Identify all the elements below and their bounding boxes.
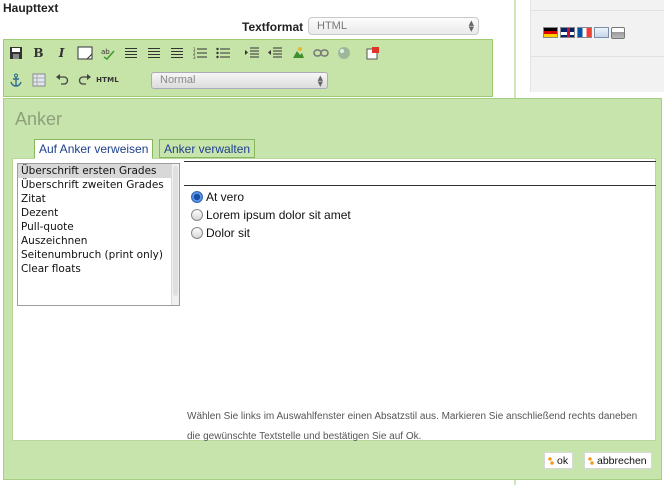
- undo-icon[interactable]: [50, 70, 73, 90]
- text-format-select[interactable]: HTML ▲ ▼: [308, 17, 479, 35]
- print-icon[interactable]: [611, 27, 625, 39]
- border-icon[interactable]: [73, 43, 96, 63]
- cancel-label: abbrechen: [597, 455, 647, 467]
- spellcheck-icon[interactable]: ab: [96, 43, 119, 63]
- text-format-label: Textformat: [242, 20, 304, 34]
- align-center-icon[interactable]: [142, 43, 165, 63]
- style-list-item[interactable]: Clear floats: [18, 262, 179, 276]
- right-sidebar-panel: [530, 0, 664, 92]
- flag-de-icon[interactable]: [543, 27, 558, 38]
- toolbar-row: B I ab 123: [4, 41, 384, 65]
- style-list-item[interactable]: Auszeichnen: [18, 234, 179, 248]
- style-list-item[interactable]: Überschrift zweiten Grades: [18, 178, 179, 192]
- bullet-icon: [548, 457, 554, 465]
- redo-icon[interactable]: [73, 70, 96, 90]
- align-left-icon[interactable]: [119, 43, 142, 63]
- select-arrows-icon: ▲ ▼: [317, 74, 323, 88]
- flag-en-icon[interactable]: [560, 27, 575, 38]
- scrollbar-thumb[interactable]: [173, 166, 178, 296]
- anchor-dialog: Anker Auf Anker verweisen Anker verwalte…: [3, 98, 662, 480]
- outdent-icon[interactable]: [263, 43, 286, 63]
- insert-link-icon[interactable]: [309, 43, 332, 63]
- paragraph-style-select[interactable]: Normal ▲ ▼: [151, 72, 328, 89]
- save-icon[interactable]: [4, 43, 27, 63]
- radio-option-dolor-sit[interactable]: Dolor sit: [191, 226, 250, 240]
- style-list-item[interactable]: Überschrift ersten Grades: [18, 164, 179, 178]
- help-text: Wählen Sie links im Auswahlfenster einen…: [187, 411, 638, 442]
- language-icons: [543, 27, 625, 39]
- style-list-item[interactable]: Dezent: [18, 206, 179, 220]
- divider-line: [184, 161, 656, 162]
- list-scrollbar[interactable]: [171, 164, 179, 305]
- html-source-icon[interactable]: HTML: [96, 70, 119, 90]
- tab-link-to-anchor[interactable]: Auf Anker verweisen: [34, 139, 154, 159]
- bold-icon[interactable]: B: [27, 43, 50, 63]
- paragraph-style-list[interactable]: Überschrift ersten Grades Überschrift zw…: [17, 163, 180, 306]
- tab-manage-anchors[interactable]: Anker verwalten: [159, 139, 256, 158]
- divider-line: [184, 185, 656, 186]
- radio-button[interactable]: [191, 191, 203, 203]
- ok-label: ok: [557, 455, 569, 467]
- toolbar-row: HTML: [4, 68, 119, 92]
- indent-icon[interactable]: [240, 43, 263, 63]
- flag-fr-icon[interactable]: [577, 27, 592, 38]
- editor-toolbar: B I ab 123 HTML Normal ▲ ▼: [3, 39, 493, 97]
- panel-divider: [531, 10, 664, 11]
- style-list-item[interactable]: Pull-quote: [18, 220, 179, 234]
- radio-label: Dolor sit: [206, 226, 251, 240]
- table-icon[interactable]: [27, 70, 50, 90]
- radio-option-lorem-ipsum[interactable]: Lorem ipsum dolor sit amet: [191, 208, 351, 222]
- fullscreen-icon[interactable]: [361, 43, 384, 63]
- select-arrows-icon: ▲ ▼: [468, 19, 474, 33]
- style-list-item[interactable]: Zitat: [18, 192, 179, 206]
- radio-button[interactable]: [191, 227, 203, 239]
- svg-text:ab: ab: [101, 48, 110, 56]
- dialog-content: Überschrift ersten Grades Überschrift zw…: [12, 158, 656, 442]
- email-icon[interactable]: [594, 27, 609, 38]
- ordered-list-icon[interactable]: 123: [188, 43, 211, 63]
- style-list-item[interactable]: Seitenumbruch (print only): [18, 248, 179, 262]
- panel-divider: [531, 56, 664, 57]
- svg-text:3: 3: [193, 55, 196, 59]
- insert-object-icon[interactable]: [332, 43, 355, 63]
- paragraph-style-value: Normal: [160, 74, 196, 86]
- text-format-value: HTML: [317, 20, 347, 32]
- cancel-button[interactable]: abbrechen: [584, 452, 652, 469]
- page-heading: Haupttext: [3, 1, 59, 15]
- anchor-icon[interactable]: [4, 70, 27, 90]
- radio-button[interactable]: [191, 209, 203, 221]
- unordered-list-icon[interactable]: [211, 43, 234, 63]
- insert-image-icon[interactable]: [286, 43, 309, 63]
- radio-label: At vero: [206, 190, 245, 204]
- radio-option-at-vero[interactable]: At vero: [191, 190, 244, 204]
- ok-button[interactable]: ok: [544, 452, 574, 469]
- radio-label: Lorem ipsum dolor sit amet: [206, 208, 351, 222]
- bullet-icon: [588, 457, 594, 465]
- italic-icon[interactable]: I: [50, 43, 73, 63]
- dialog-title: Anker: [15, 109, 63, 129]
- align-right-icon[interactable]: [165, 43, 188, 63]
